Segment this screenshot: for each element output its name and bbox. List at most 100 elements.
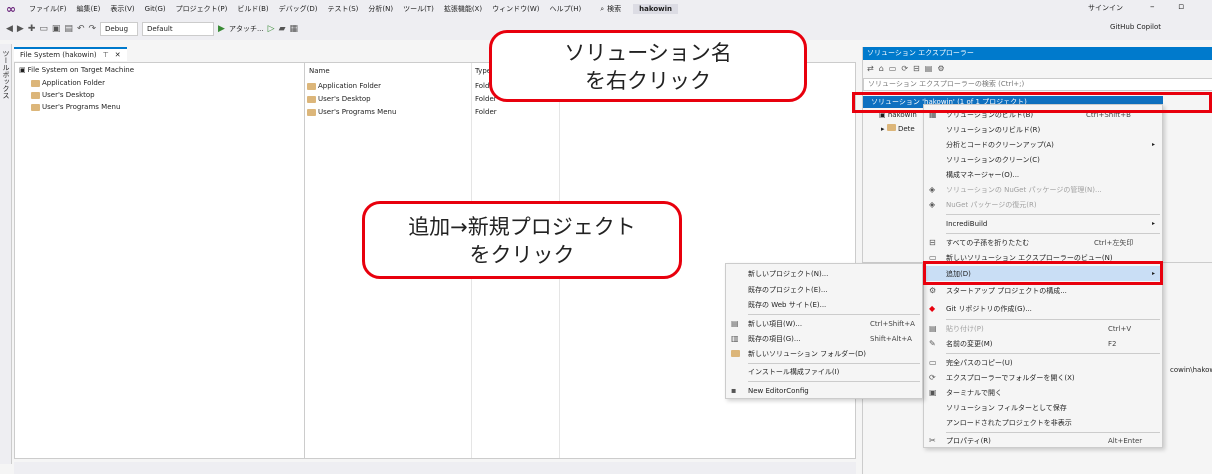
menu-item-copy-full-path[interactable]: ▭ 完全パスのコピー(U) — [924, 355, 1162, 370]
menu-item-new-project[interactable]: 新しいプロジェクト(N)... — [726, 266, 922, 281]
save-icon[interactable]: ▣ — [52, 24, 61, 34]
menu-item-existing-website[interactable]: 既存の Web サイト(E)... — [726, 297, 922, 312]
menu-extensions[interactable]: 拡張機能(X) — [439, 4, 487, 14]
copilot-button[interactable]: GitHub Copilot — [1110, 23, 1161, 31]
menu-item-new-solution-folder[interactable]: 新しいソリューション フォルダー(D) — [726, 346, 922, 361]
collapse-icon[interactable]: ⊟ — [913, 64, 920, 73]
menu-analyze[interactable]: 分析(N) — [363, 4, 398, 14]
home-icon[interactable]: ⌂ — [879, 64, 884, 73]
menu-item-properties[interactable]: ✂ プロパティ(R) Alt+Enter — [924, 433, 1162, 448]
redo-icon[interactable]: ↷ — [88, 24, 96, 34]
pin-icon[interactable]: ⊤ — [103, 51, 109, 59]
forward-icon[interactable]: ▶ — [17, 24, 24, 34]
list-item[interactable]: User's Desktop — [307, 95, 371, 103]
show-all-icon[interactable]: ▤ — [925, 64, 933, 73]
tree-item-application-folder[interactable]: Application Folder — [31, 79, 105, 87]
menu-item-new-item[interactable]: ▤ 新しい項目(W)... Ctrl+Shift+A — [726, 316, 922, 331]
menu-item-existing-project[interactable]: 既存のプロジェクト(E)... — [726, 282, 922, 297]
folder-icon — [31, 103, 40, 111]
menu-project[interactable]: プロジェクト(P) — [171, 4, 233, 14]
tree-item-users-desktop[interactable]: User's Desktop — [31, 91, 95, 99]
menu-git[interactable]: Git(G) — [140, 5, 171, 13]
attach-button[interactable]: アタッチ... — [229, 24, 264, 34]
signin-button[interactable]: サインイン — [1088, 3, 1123, 13]
list-item-type: Folder — [475, 108, 497, 116]
menu-item-open-in-explorer[interactable]: ⟳ エクスプローラーでフォルダーを開く(X) — [924, 370, 1162, 385]
menu-help[interactable]: ヘルプ(H) — [544, 4, 586, 14]
solution-explorer-search[interactable]: ソリューション エクスプローラーの検索 (Ctrl+;) — [863, 78, 1212, 91]
sync-icon[interactable]: ⇄ — [867, 64, 874, 73]
output-panel-strip[interactable] — [14, 462, 856, 474]
close-icon[interactable]: ✕ — [115, 51, 121, 59]
menu-item-install-config[interactable]: インストール構成ファイル(I) — [726, 364, 922, 379]
menu-item-save-filter[interactable]: ソリューション フィルターとして保存 — [924, 400, 1162, 415]
callout-line: を右クリック — [585, 69, 711, 93]
menu-item-configuration-manager[interactable]: 構成マネージャー(O)... — [924, 167, 1162, 182]
editorconfig-icon: ▪ — [731, 386, 737, 395]
folder-icon[interactable]: ▰ — [279, 24, 286, 34]
menu-item-existing-item[interactable]: ▥ 既存の項目(G)... Shift+Alt+A — [726, 331, 922, 346]
tree-root[interactable]: ▣ File System on Target Machine — [19, 66, 134, 74]
back-icon[interactable]: ◀ — [6, 24, 13, 34]
menu-item-startup-projects[interactable]: ⚙ スタートアップ プロジェクトの構成... — [924, 283, 1162, 298]
search-label: 検索 — [607, 5, 622, 13]
list-item-name: Application Folder — [318, 82, 381, 90]
column-header-name[interactable]: Name — [309, 67, 330, 75]
menu-build[interactable]: ビルド(B) — [232, 4, 273, 14]
new-item-icon[interactable]: ✚ — [28, 24, 36, 34]
menu-edit[interactable]: 編集(E) — [72, 4, 106, 14]
menu-debug[interactable]: デバッグ(D) — [274, 4, 323, 14]
menu-item-open-terminal[interactable]: ▣ ターミナルで開く — [924, 385, 1162, 400]
menu-file[interactable]: ファイル(F) — [24, 4, 72, 14]
tab-file-system[interactable]: File System (hakowin) ⊤ ✕ — [14, 47, 127, 61]
platform-select[interactable]: Default — [142, 22, 215, 36]
menu-item-rename[interactable]: ✎ 名前の変更(M) F2 — [924, 336, 1162, 351]
menu-separator — [946, 214, 1160, 215]
tree-item-label: User's Programs Menu — [42, 103, 121, 111]
layout-icon[interactable]: ▦ — [289, 24, 298, 34]
menu-item-manage-nuget[interactable]: ◈ ソリューションの NuGet パッケージの管理(N)... — [924, 182, 1162, 197]
menu-tools[interactable]: ツール(T) — [398, 4, 439, 14]
menu-test[interactable]: テスト(S) — [322, 4, 363, 14]
list-item[interactable]: User's Programs Menu — [307, 108, 396, 116]
properties-icon[interactable]: ⚙ — [937, 64, 944, 73]
open-icon[interactable]: ▭ — [39, 24, 48, 34]
run-icon[interactable]: ▶ — [218, 24, 225, 34]
search-box[interactable]: ⌕ 検索 — [600, 4, 621, 14]
menu-item-restore-nuget[interactable]: ◈ NuGet パッケージの復元(R) — [924, 197, 1162, 212]
refresh-folder-icon: ⟳ — [929, 373, 936, 382]
menu-window[interactable]: ウィンドウ(W) — [487, 4, 544, 14]
menu-item-hide-unloaded[interactable]: アンロードされたプロジェクトを非表示 — [924, 415, 1162, 430]
visual-studio-logo-icon[interactable]: ∞ — [4, 2, 18, 16]
minimize-icon[interactable]: – — [1150, 2, 1155, 12]
switch-view-icon[interactable]: ▭ — [889, 64, 897, 73]
collapse-all-icon: ⊟ — [929, 238, 936, 247]
toolbox-strip[interactable]: ツールボックス — [0, 44, 12, 464]
menu-item-incredibuild[interactable]: IncrediBuild ▸ — [924, 216, 1162, 231]
folder-node[interactable]: ▸ Dete — [881, 124, 915, 133]
menu-separator — [946, 319, 1160, 320]
save-all-icon[interactable]: ▤ — [64, 24, 73, 34]
list-item[interactable]: Application Folder — [307, 82, 381, 90]
menu-item-analyze-cleanup[interactable]: 分析とコードのクリーンアップ(A) ▸ — [924, 137, 1162, 152]
undo-icon[interactable]: ↶ — [77, 24, 85, 34]
menu-view[interactable]: 表示(V) — [105, 4, 139, 14]
menu-item-collapse-all[interactable]: ⊟ すべての子孫を折りたたむ Ctrl+左矢印 — [924, 235, 1162, 250]
menu-item-paste[interactable]: ▤ 貼り付け(P) Ctrl+V — [924, 321, 1162, 336]
menu-item-rebuild-solution[interactable]: ソリューションのリビルド(R) — [924, 122, 1162, 137]
new-item-icon: ▤ — [731, 319, 739, 328]
menu-item-new-editorconfig[interactable]: ▪ New EditorConfig — [726, 383, 922, 398]
maximize-icon[interactable]: ▫ — [1178, 2, 1184, 12]
tree-item-label: User's Desktop — [42, 91, 95, 99]
expand-icon[interactable]: ▸ — [881, 125, 885, 133]
list-item-name: User's Desktop — [318, 95, 371, 103]
run-without-debug-icon[interactable]: ▷ — [268, 24, 275, 34]
menu-item-create-git-repo[interactable]: ◆ Git リポジトリの作成(G)... — [924, 301, 1162, 316]
menu-item-clean-solution[interactable]: ソリューションのクリーン(C) — [924, 152, 1162, 167]
menu-separator — [748, 314, 920, 315]
tree-root-label: File System on Target Machine — [27, 66, 135, 74]
configuration-select[interactable]: Debug — [100, 22, 139, 36]
paste-icon: ▤ — [929, 324, 937, 333]
tree-item-users-programs-menu[interactable]: User's Programs Menu — [31, 103, 120, 111]
refresh-icon[interactable]: ⟳ — [901, 64, 908, 73]
